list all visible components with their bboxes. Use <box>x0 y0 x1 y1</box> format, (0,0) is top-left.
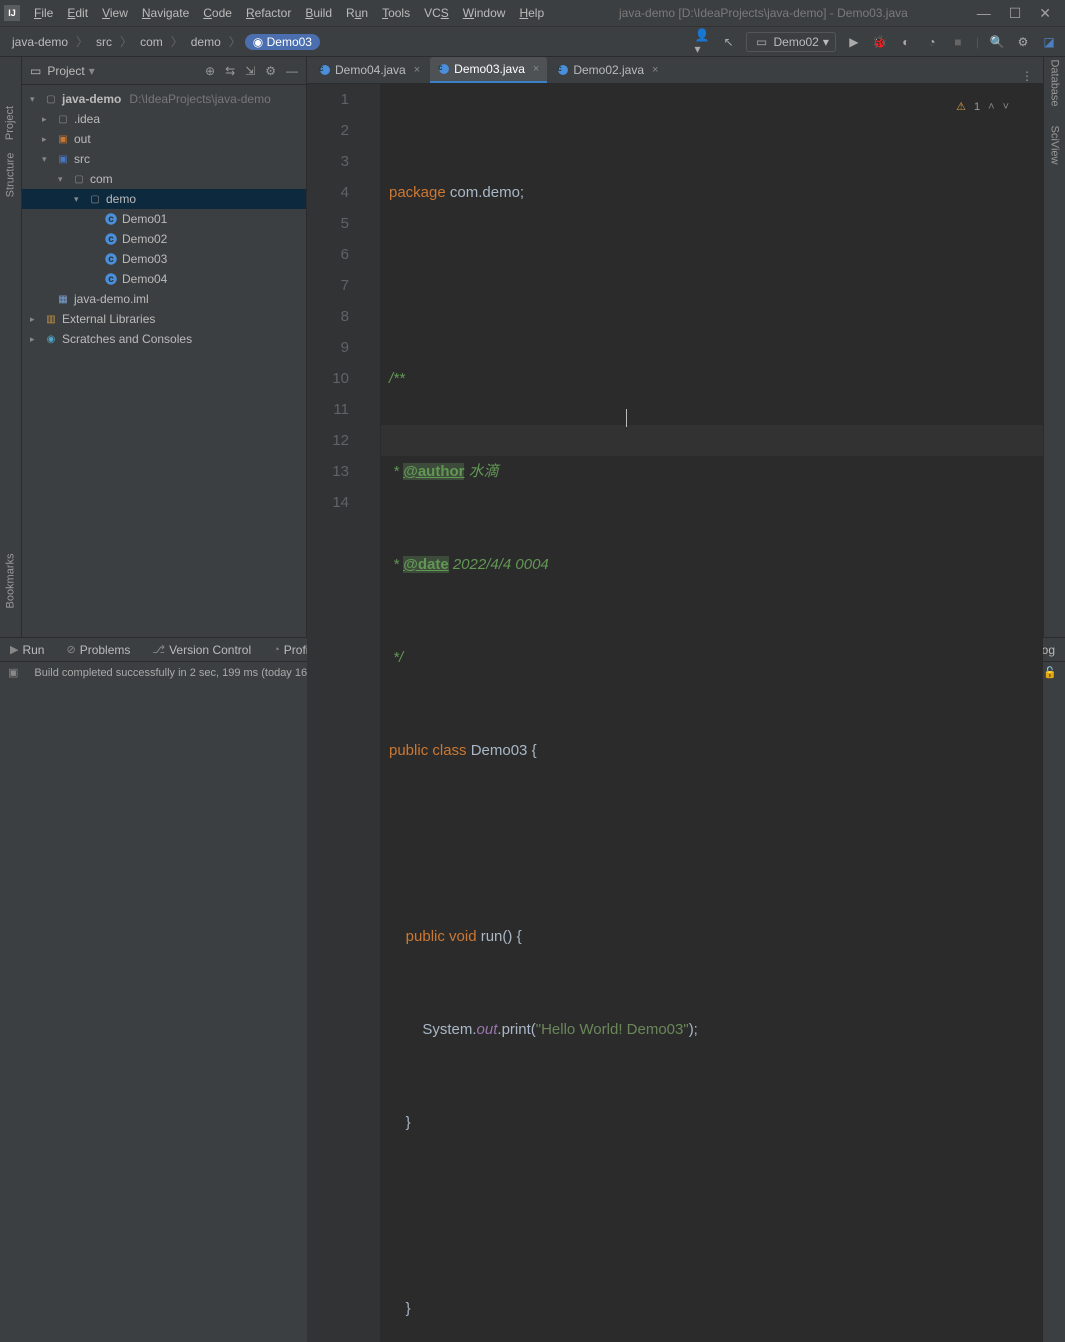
run-config-selector[interactable]: ▭ Demo02 ▾ <box>746 32 835 52</box>
toolwin-vcs[interactable]: ⎇Version Control <box>152 643 251 657</box>
fold-strip[interactable] <box>367 84 381 1342</box>
tab-demo04[interactable]: cDemo04.java× <box>311 57 428 83</box>
run-config-icon: ▭ <box>753 34 769 50</box>
close-tab-icon[interactable]: × <box>533 63 539 75</box>
tool-bookmarks[interactable]: Bookmarks <box>5 553 17 608</box>
tree-iml[interactable]: ▦java-demo.iml <box>22 289 306 309</box>
text-cursor-icon <box>626 409 627 427</box>
dropdown-icon: ▾ <box>823 35 829 49</box>
warning-count: 1 <box>974 92 980 123</box>
tree-file-demo01[interactable]: cDemo01 <box>22 209 306 229</box>
crumb-com[interactable]: com <box>136 34 167 50</box>
menu-tools[interactable]: Tools <box>376 4 416 22</box>
inspection-down-icon[interactable]: ˅ <box>1003 92 1009 123</box>
tree-root[interactable]: ▾▢java-demoD:\IdeaProjects\java-demo <box>22 89 306 109</box>
breadcrumb: java-demo〉 src〉 com〉 demo〉 ◉ Demo03 <box>8 33 320 50</box>
tree-scratches[interactable]: ▸◉Scratches and Consoles <box>22 329 306 349</box>
menu-navigate[interactable]: Navigate <box>136 4 195 22</box>
maximize-icon[interactable]: ☐ <box>1009 5 1022 22</box>
tab-demo02[interactable]: cDemo02.java× <box>549 57 666 83</box>
locate-icon[interactable]: ⊕ <box>205 64 215 78</box>
tab-demo03[interactable]: cDemo03.java× <box>430 57 547 83</box>
tree-file-demo04[interactable]: cDemo04 <box>22 269 306 289</box>
menu-file[interactable]: File <box>28 4 59 22</box>
menu-build[interactable]: Build <box>299 4 338 22</box>
menu-view[interactable]: View <box>96 4 134 22</box>
minimize-icon[interactable]: — <box>977 5 991 22</box>
lock-icon[interactable]: 🔓 <box>1043 666 1057 679</box>
status-message: Build completed successfully in 2 sec, 1… <box>34 667 326 679</box>
menu-code[interactable]: Code <box>197 4 238 22</box>
main-menu-bar: File Edit View Navigate Code Refactor Bu… <box>28 4 550 22</box>
code-editor[interactable]: package com.demo; /** * @author 水滴 * @da… <box>381 84 1043 1342</box>
tree-com[interactable]: ▾▢com <box>22 169 306 189</box>
status-panel-icon[interactable]: ▣ <box>8 666 18 679</box>
menu-edit[interactable]: Edit <box>61 4 94 22</box>
window-title: java-demo [D:\IdeaProjects\java-demo] - … <box>550 6 977 20</box>
menu-vcs[interactable]: VCS <box>418 4 455 22</box>
problems-icon: ⊘ <box>66 643 75 656</box>
tool-database[interactable]: Database <box>1049 59 1061 106</box>
branch-icon: ⎇ <box>152 643 165 656</box>
close-tab-icon[interactable]: × <box>414 64 420 76</box>
crumb-demo[interactable]: demo <box>187 34 225 50</box>
debug-button[interactable]: 🐞 <box>872 34 888 50</box>
tree-external[interactable]: ▸▥External Libraries <box>22 309 306 329</box>
tree-src[interactable]: ▾▣src <box>22 149 306 169</box>
profile-button[interactable]: ◔ <box>924 34 940 50</box>
close-icon[interactable]: ✕ <box>1039 5 1051 22</box>
tool-sciview[interactable]: SciView <box>1049 126 1061 165</box>
menu-refactor[interactable]: Refactor <box>240 4 297 22</box>
menu-run[interactable]: Run <box>340 4 374 22</box>
crumb-project[interactable]: java-demo <box>8 34 72 50</box>
tree-idea[interactable]: ▸▢.idea <box>22 109 306 129</box>
project-panel-icon: ▭ <box>30 64 41 78</box>
user-icon[interactable]: 👤▾ <box>694 34 710 50</box>
inspection-up-icon[interactable]: ˄ <box>988 92 994 123</box>
close-tab-icon[interactable]: × <box>652 64 658 76</box>
tool-structure[interactable]: Structure <box>5 153 17 198</box>
menu-help[interactable]: Help <box>513 4 550 22</box>
collapse-icon[interactable]: ⇲ <box>245 64 255 78</box>
expand-icon[interactable]: ⇆ <box>225 64 235 78</box>
toolwin-problems[interactable]: ⊘Problems <box>66 643 130 657</box>
tree-file-demo03[interactable]: cDemo03 <box>22 249 306 269</box>
project-panel-title[interactable]: Project ▾ <box>47 64 94 78</box>
search-icon[interactable]: 🔍 <box>989 34 1005 50</box>
run-button[interactable]: ▶ <box>846 34 862 50</box>
project-tree: ▾▢java-demoD:\IdeaProjects\java-demo ▸▢.… <box>22 85 306 353</box>
tab-overflow-icon[interactable]: ⋮ <box>1021 69 1033 83</box>
tree-demo[interactable]: ▾▢demo <box>22 189 306 209</box>
play-icon: ▶ <box>10 643 18 656</box>
warning-icon: ⚠ <box>956 92 966 123</box>
tree-out[interactable]: ▸▣out <box>22 129 306 149</box>
crumb-src[interactable]: src <box>92 34 116 50</box>
run-config-label: Demo02 <box>773 35 818 49</box>
tree-file-demo02[interactable]: cDemo02 <box>22 229 306 249</box>
crumb-class[interactable]: ◉ Demo03 <box>245 34 320 50</box>
hide-icon[interactable]: — <box>286 64 298 78</box>
profiler-icon: ◔ <box>273 644 280 656</box>
line-gutter[interactable]: 1234567891011121314 <box>307 84 367 1342</box>
settings-icon[interactable]: ⚙ <box>265 64 276 78</box>
toolwin-run[interactable]: ▶Run <box>10 643 44 657</box>
gear-icon[interactable]: ⚙ <box>1015 34 1031 50</box>
editor-tabs: cDemo04.java× cDemo03.java× cDemo02.java… <box>307 57 1043 84</box>
app-icon: IJ <box>4 5 20 21</box>
menu-window[interactable]: Window <box>457 4 512 22</box>
learn-icon[interactable]: ◪ <box>1041 34 1057 50</box>
coverage-button[interactable]: ◐ <box>898 34 914 50</box>
inspection-widget[interactable]: ⚠ 1 ˄ ˅ <box>956 92 1009 123</box>
back-icon[interactable]: ↖ <box>720 34 736 50</box>
stop-button[interactable]: ■ <box>950 34 966 50</box>
tool-project[interactable]: Project <box>5 106 17 140</box>
